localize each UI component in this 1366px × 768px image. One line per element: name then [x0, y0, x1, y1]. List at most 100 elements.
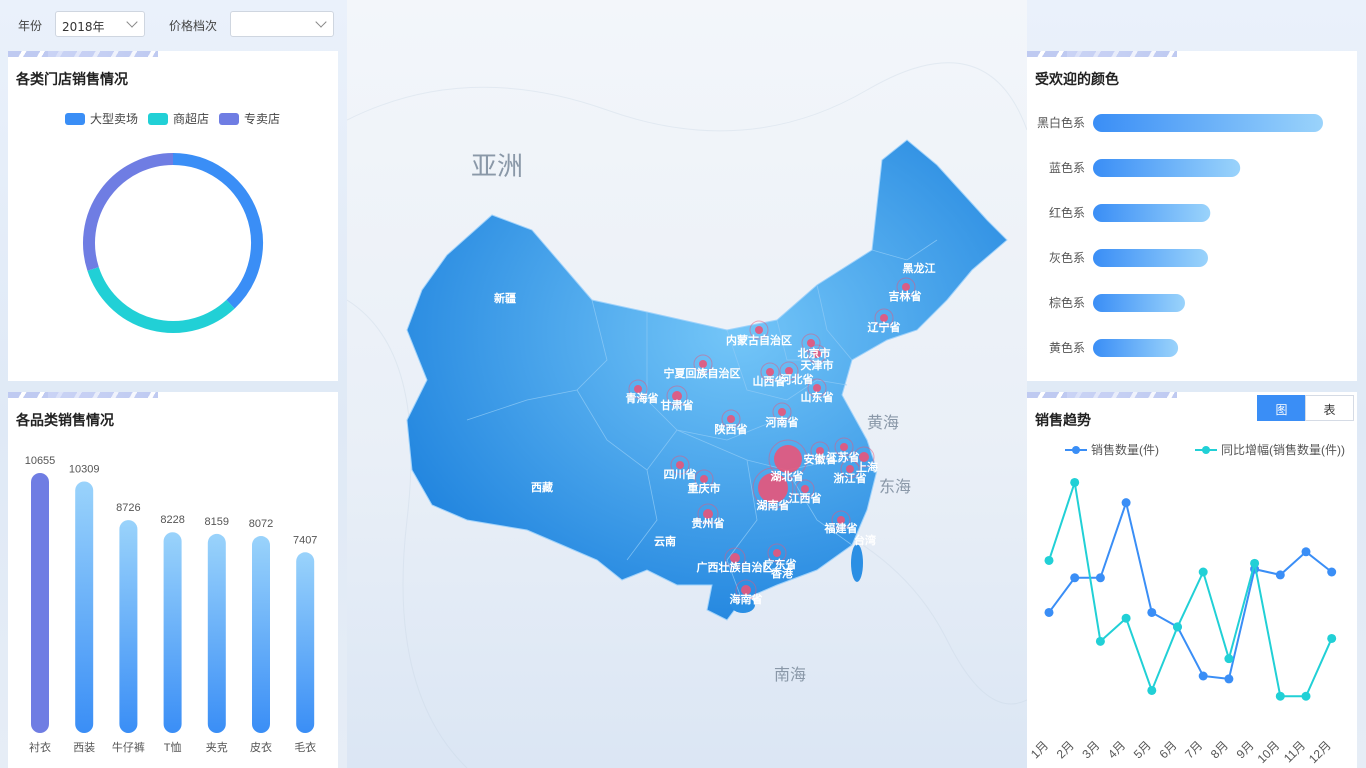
data-point	[1070, 573, 1080, 583]
price-label: 价格档次	[169, 19, 218, 33]
trend-line-chart[interactable]: 销售数量(件) 同比增幅(销售数量(件)) 1月 2月 3月 4月 5月 6月 7月 8月 9月10…	[1027, 428, 1357, 768]
panel-title: 受欢迎的颜色	[1035, 72, 1119, 88]
category-tick-label: T恤	[164, 741, 182, 754]
month-tick-label: 3月	[1079, 738, 1102, 761]
month-tick-label: 11月	[1281, 738, 1308, 765]
legend-marker	[1202, 446, 1210, 454]
color-bar-chart[interactable]: 黑白色系蓝色系红色系灰色系棕色系黄色系	[1027, 91, 1357, 381]
panel-title: 销售趋势	[1035, 413, 1091, 429]
color-bar	[1093, 204, 1211, 222]
province-label: 河南省	[766, 415, 799, 429]
price-select[interactable]	[230, 11, 334, 37]
legend-label: 专卖店	[244, 111, 280, 126]
category-bar	[163, 532, 182, 733]
south-sea-label: 南海	[774, 666, 806, 684]
province-label: 西藏	[531, 480, 553, 494]
color-category-label: 蓝色系	[1049, 161, 1085, 175]
province-label: 四川省	[664, 467, 697, 481]
province-label: 辽宁省	[868, 320, 901, 334]
data-point	[1095, 636, 1105, 646]
color-category-label: 黄色系	[1049, 341, 1085, 355]
data-point	[1275, 691, 1285, 701]
color-bar	[1093, 159, 1241, 177]
data-point	[1198, 567, 1208, 577]
month-tick-label: 6月	[1157, 738, 1180, 761]
category-bar-chart[interactable]: 10655 衬衣 10309 西装 8726 牛仔裤 8228 T恤 8159 夹克 8072 皮衣 7…	[8, 428, 338, 768]
city-marker	[755, 326, 763, 334]
color-category-label: 灰色系	[1049, 251, 1085, 265]
province-label: 广西壮族自治区	[697, 560, 774, 574]
donut-slice	[83, 153, 174, 271]
month-tick-label: 2月	[1054, 738, 1077, 761]
data-point	[1147, 607, 1157, 617]
taiwan-shape	[851, 544, 863, 582]
donut-slice	[172, 153, 263, 309]
month-tick-label: 5月	[1131, 738, 1154, 761]
city-marker	[773, 549, 781, 557]
bar-value-label: 10309	[69, 463, 100, 475]
donut-slice	[87, 267, 235, 333]
city-marker	[766, 368, 774, 376]
bar-value-label: 8159	[205, 516, 229, 528]
year-value: 2018年	[62, 20, 105, 34]
legend-label: 大型卖场	[90, 112, 138, 126]
year-label: 年份	[18, 19, 43, 33]
category-bar	[75, 481, 94, 733]
chevron-down-icon	[315, 16, 327, 28]
month-tick-label: 4月	[1105, 738, 1128, 761]
city-marker	[634, 385, 642, 393]
province-label: 吉林省	[889, 289, 922, 303]
data-point	[1301, 547, 1311, 557]
category-tick-label: 牛仔裤	[112, 740, 145, 754]
province-label: 江西省	[789, 491, 822, 505]
city-marker	[700, 475, 708, 483]
data-point	[1121, 498, 1131, 508]
title-decoration	[8, 51, 158, 57]
store-sales-panel: 各类门店销售情况 大型卖场 商超店 专卖店	[8, 51, 338, 381]
month-tick-label: 7月	[1182, 738, 1205, 761]
data-point	[1070, 477, 1080, 487]
province-label: 宁夏回族自治区	[664, 366, 741, 380]
city-marker	[699, 360, 707, 368]
data-point	[1224, 674, 1234, 684]
city-marker	[676, 461, 684, 469]
color-category-label: 红色系	[1049, 205, 1085, 220]
donut-chart[interactable]: 大型卖场 商超店 专卖店	[8, 96, 338, 396]
province-label: 香港	[770, 566, 794, 580]
color-bar	[1093, 249, 1208, 267]
city-marker	[880, 314, 888, 322]
color-bar	[1093, 339, 1179, 357]
province-label: 重庆市	[688, 481, 721, 495]
month-tick-label: 10月	[1255, 738, 1283, 766]
year-select[interactable]: 2018年	[55, 11, 145, 37]
bar-value-label: 8228	[160, 514, 184, 526]
city-marker	[727, 415, 735, 423]
data-point	[1044, 555, 1054, 565]
data-point	[1327, 567, 1337, 577]
tab-chart[interactable]: 图	[1257, 395, 1306, 421]
color-category-label: 棕色系	[1049, 295, 1085, 310]
china-map[interactable]: 黑龙江 吉林省 辽宁省 内蒙古自治区 北京市 天津市 山西省 河北省 山东省 新疆 宁夏回族自治区青…	[347, 0, 1027, 768]
tab-table[interactable]: 表	[1305, 395, 1354, 421]
data-point	[1173, 622, 1182, 632]
province-label: 黑龙江	[903, 261, 936, 275]
data-point	[1044, 607, 1054, 617]
province-label: 新疆	[494, 291, 516, 305]
category-bar	[119, 520, 138, 733]
province-label: 甘肃省	[661, 398, 694, 412]
province-label: 陕西省	[715, 422, 748, 436]
city-marker	[846, 465, 854, 473]
city-marker	[778, 408, 786, 416]
city-marker	[840, 443, 848, 451]
province-label: 天津市	[801, 358, 834, 372]
province-label: 江苏省	[827, 450, 860, 464]
legend-swatch	[65, 113, 85, 125]
province-label: 内蒙古自治区	[726, 333, 792, 347]
category-tick-label: 西装	[73, 741, 95, 754]
province-label: 河北省	[781, 372, 814, 386]
province-label: 浙江省	[834, 471, 867, 485]
bar-value-label: 10655	[25, 455, 56, 467]
category-tick-label: 毛衣	[294, 740, 316, 754]
province-label: 湖北省	[771, 469, 804, 483]
province-label: 云南	[654, 534, 676, 548]
